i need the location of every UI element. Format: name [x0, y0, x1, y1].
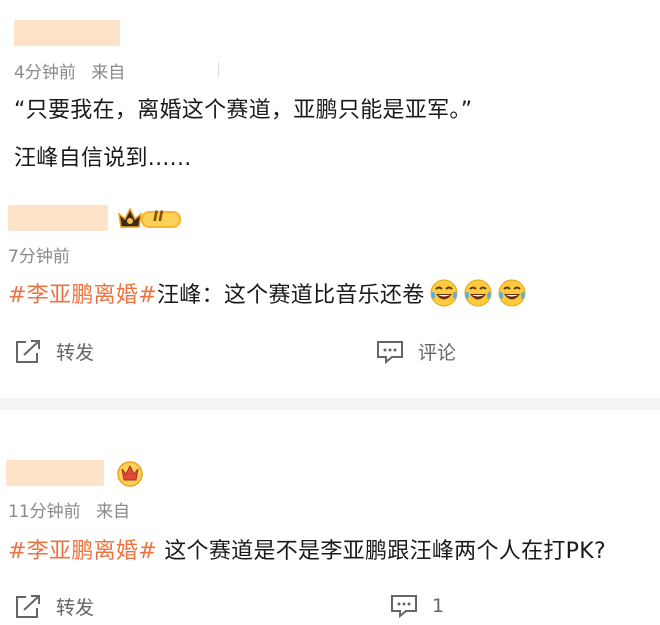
post1-username[interactable] — [14, 20, 120, 46]
post1-quote: “只要我在，离婚这个赛道，亚鹏只能是亚军。” — [14, 98, 473, 123]
post2-username[interactable] — [8, 205, 108, 231]
post2-repost-label: 转发 — [56, 342, 95, 364]
post1-source: 来自 — [91, 63, 126, 83]
crown-badge[interactable]: II — [117, 206, 185, 232]
section-divider — [0, 398, 660, 410]
repost-icon — [16, 594, 40, 618]
comment-icon — [377, 340, 403, 364]
post1-text: 汪峰自信说到...... — [14, 146, 192, 171]
post3-text: 这个赛道是不是李亚鹏跟汪峰两个人在打PK? — [156, 539, 606, 564]
post2-comment-label: 评论 — [418, 342, 457, 364]
post1-meta: 4分钟前 来自 — [14, 58, 125, 83]
crown-badge-level: II — [153, 209, 164, 225]
meta-divider-mark — [218, 62, 219, 78]
laugh-cry-emoji-icon — [498, 279, 526, 307]
crown-icon — [116, 459, 144, 487]
laugh-cry-emoji-icon — [430, 279, 458, 307]
post3-meta: 11分钟前 来自 — [8, 497, 130, 522]
post3-source: 来自 — [96, 502, 131, 522]
post3-time: 11分钟前 — [8, 502, 81, 522]
repost-icon — [16, 339, 40, 363]
post3-username[interactable] — [6, 460, 104, 486]
laugh-cry-emoji-icon — [464, 279, 492, 307]
post1-time: 4分钟前 — [14, 63, 76, 83]
post2-content: #李亚鹏离婚#汪峰：这个赛道比音乐还卷 — [8, 277, 527, 309]
post3-content: #李亚鹏离婚# 这个赛道是不是李亚鹏跟汪峰两个人在打PK? — [8, 533, 606, 565]
post2-hashtag[interactable]: #李亚鹏离婚# — [8, 283, 157, 308]
post3-repost-button[interactable]: 转发 — [14, 593, 94, 620]
post2-time: 7分钟前 — [8, 247, 70, 267]
post3-comment-count: 1 — [432, 595, 445, 617]
crown-badge-icon — [117, 207, 181, 228]
comment-icon — [391, 595, 417, 619]
post2-comment-button[interactable]: 评论 — [376, 338, 456, 365]
post3-hashtag[interactable]: #李亚鹏离婚# — [8, 539, 157, 564]
post3-comment-button[interactable]: 1 — [390, 593, 444, 619]
post3-repost-label: 转发 — [56, 597, 95, 619]
post2-repost-button[interactable]: 转发 — [14, 338, 94, 365]
post2-text: 汪峰：这个赛道比音乐还卷 — [156, 283, 425, 308]
